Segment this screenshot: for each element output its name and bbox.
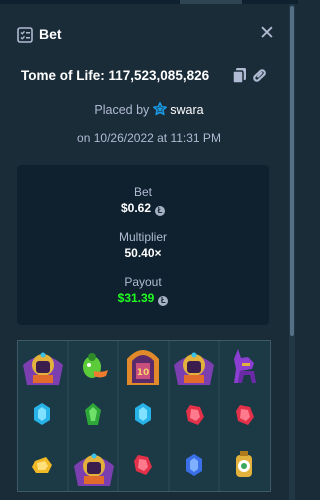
link-icon[interactable] — [252, 67, 267, 84]
placed-by-line: Placed by swara — [0, 102, 298, 117]
bet-value-row: $0.62 Ł — [17, 201, 269, 216]
symbol-purple-jackal — [234, 349, 256, 383]
scrollbar-thumb[interactable] — [290, 6, 294, 336]
symbol-ruby-gem — [134, 455, 152, 475]
symbol-pharaoh — [74, 453, 114, 486]
user-star-icon — [153, 102, 168, 116]
symbol-green-gem — [85, 403, 101, 425]
top-tab — [180, 0, 242, 4]
symbol-yellow-gem — [32, 457, 52, 473]
bet-value: $0.62 — [120, 201, 152, 215]
symbol-ruby-gem — [236, 405, 254, 425]
symbol-blue-gem — [34, 403, 50, 425]
placed-by-label: Placed by — [94, 103, 150, 117]
symbol-green-scarab — [83, 353, 108, 378]
symbol-blue-gem — [135, 403, 151, 425]
multiplier-value: 50.40× — [124, 246, 162, 260]
copy-icon[interactable] — [233, 68, 246, 83]
litecoin-icon: Ł — [155, 206, 166, 216]
modal-title: Bet — [39, 26, 62, 42]
bet-label: Bet — [133, 185, 152, 199]
symbol-pharaoh — [23, 352, 63, 385]
game-name: Tome of Life: 117,523,085,826 — [21, 68, 210, 83]
payout-label: Payout — [124, 275, 162, 289]
svg-text:10: 10 — [137, 368, 150, 378]
symbol-pharaoh — [174, 352, 214, 385]
reel-grid: 10 — [17, 340, 271, 492]
symbol-ruby-gem — [186, 405, 204, 425]
bet-slip-icon — [17, 27, 33, 43]
game-line: Tome of Life: 117,523,085,826 — [0, 66, 298, 86]
top-strip — [0, 0, 298, 4]
close-icon[interactable]: ✕ — [258, 24, 276, 43]
multiplier-label: Multiplier — [118, 230, 167, 244]
username-link[interactable]: swara — [170, 103, 203, 117]
modal-header: Bet ✕ — [0, 18, 298, 52]
symbol-lamp-eye — [236, 451, 252, 477]
symbol-blue-gem — [186, 454, 202, 476]
reel-symbols: 10 — [23, 341, 256, 491]
placed-date: on 10/26/2022 at 11:31 PM — [77, 131, 221, 145]
bet-stats-card: Bet $0.62 Ł Multiplier 50.40× Payout $31.… — [17, 165, 269, 325]
payout-value-row: $31.39 Ł — [17, 291, 269, 306]
symbol-tome-portal: 10 — [127, 350, 159, 385]
payout-value: $31.39 — [117, 291, 155, 305]
litecoin-icon: Ł — [158, 296, 169, 306]
